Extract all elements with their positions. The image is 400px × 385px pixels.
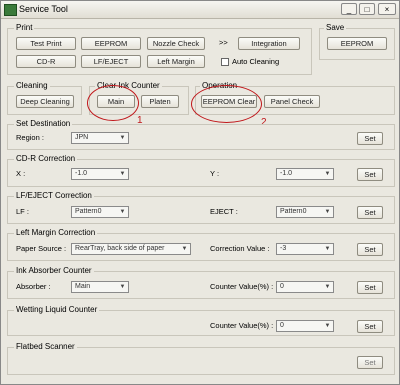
maximize-button[interactable]: □	[359, 3, 375, 15]
chevron-down-icon: ▼	[119, 171, 126, 177]
wetting-counter-value: 0	[280, 322, 284, 329]
flatbed-set-button[interactable]: Set	[357, 356, 383, 369]
panel-check-button[interactable]: Panel Check	[264, 95, 320, 108]
print-group-label: Print	[14, 23, 35, 32]
cdr-print-button[interactable]: CD-R	[16, 55, 76, 68]
cdr-correction-label: CD-R Correction	[14, 154, 78, 163]
save-group-label: Save	[324, 23, 347, 32]
chevron-down-icon: ▼	[119, 209, 126, 215]
x-value: -1.0	[75, 170, 88, 177]
ink-absorber-label: Ink Absorber Counter	[14, 266, 94, 275]
left-margin-print-button[interactable]: Left Margin	[147, 55, 205, 68]
absorber-set-button[interactable]: Set	[357, 281, 383, 294]
chevron-down-icon: ▼	[324, 323, 331, 329]
absorber-label: Absorber :	[16, 282, 51, 291]
arrows-label: >>	[219, 38, 228, 47]
region-set-button[interactable]: Set	[357, 132, 383, 145]
lf-label: LF :	[16, 207, 29, 216]
wetting-liquid-label: Wetting Liquid Counter	[14, 305, 100, 314]
lf-select[interactable]: Pattern0 ▼	[71, 206, 129, 218]
set-destination-label: Set Destination	[14, 119, 73, 128]
flatbed-scanner-label: Flatbed Scanner	[14, 342, 77, 351]
chevron-down-icon: ▼	[119, 135, 126, 141]
left-margin-correction-label: Left Margin Correction	[14, 228, 98, 237]
absorber-value: Main	[75, 283, 91, 290]
annotation-circle-1	[87, 85, 139, 121]
chevron-down-icon: ▼	[324, 209, 331, 215]
service-tool-window: Service Tool _ □ × Print Test Print EEPR…	[0, 0, 400, 385]
absorber-counter-label: Counter Value(%) :	[210, 282, 274, 291]
y-label: Y :	[210, 169, 220, 178]
title-bar: Service Tool _ □ ×	[1, 1, 399, 19]
absorber-counter-value: 0	[280, 283, 284, 290]
auto-cleaning-checkbox[interactable]	[221, 58, 229, 66]
cleaning-group-label: Cleaning	[14, 81, 50, 90]
eeprom-print-button[interactable]: EEPROM	[81, 37, 141, 50]
eject-value: Pattern0	[280, 208, 307, 215]
paper-source-value: RearTray, back side of paper	[75, 245, 165, 252]
cdr-set-button[interactable]: Set	[357, 168, 383, 181]
lf-eject-print-button[interactable]: LF/EJECT	[81, 55, 141, 68]
ink-absorber-group	[7, 271, 395, 299]
y-value: -1.0	[280, 170, 293, 177]
region-select[interactable]: JPN ▼	[71, 132, 129, 144]
test-print-button[interactable]: Test Print	[16, 37, 76, 50]
minimize-button[interactable]: _	[341, 3, 357, 15]
wetting-counter-select[interactable]: 0 ▼	[276, 320, 334, 332]
chevron-down-icon: ▼	[181, 246, 188, 252]
platen-counter-button[interactable]: Platen	[141, 95, 179, 108]
lf-eject-correction-label: LF/EJECT Correction	[14, 191, 94, 200]
nozzle-check-button[interactable]: Nozzle Check	[147, 37, 205, 50]
chevron-down-icon: ▼	[324, 246, 331, 252]
correction-value-select[interactable]: -3 ▼	[276, 243, 334, 255]
region-label: Region :	[16, 133, 44, 142]
x-select[interactable]: -1.0 ▼	[71, 168, 129, 180]
left-margin-set-button[interactable]: Set	[357, 243, 383, 256]
close-button[interactable]: ×	[378, 3, 396, 15]
lf-value: Pattern0	[75, 208, 102, 215]
region-value: JPN	[75, 134, 89, 141]
paper-source-select[interactable]: RearTray, back side of paper ▼	[71, 243, 191, 255]
correction-value-label: Correction Value :	[210, 244, 270, 253]
eject-select[interactable]: Pattern0 ▼	[276, 206, 334, 218]
chevron-down-icon: ▼	[324, 284, 331, 290]
integration-button[interactable]: Integration	[238, 37, 300, 50]
flatbed-scanner-group	[7, 347, 395, 375]
auto-cleaning-label: Auto Cleaning	[232, 57, 280, 66]
x-label: X :	[16, 169, 26, 178]
chevron-down-icon: ▼	[324, 171, 331, 177]
correction-value: -3	[280, 245, 287, 252]
absorber-counter-select[interactable]: 0 ▼	[276, 281, 334, 293]
chevron-down-icon: ▼	[119, 284, 126, 290]
save-eeprom-button[interactable]: EEPROM	[327, 37, 387, 50]
window-title: Service Tool	[19, 4, 68, 14]
app-icon	[4, 4, 17, 16]
deep-cleaning-button[interactable]: Deep Cleaning	[16, 95, 74, 108]
wetting-counter-label: Counter Value(%) :	[210, 321, 274, 330]
y-select[interactable]: -1.0 ▼	[276, 168, 334, 180]
annotation-circle-2	[191, 85, 262, 123]
wetting-set-button[interactable]: Set	[357, 320, 383, 333]
eject-label: EJECT :	[210, 207, 238, 216]
lf-eject-set-button[interactable]: Set	[357, 206, 383, 219]
absorber-select[interactable]: Main ▼	[71, 281, 129, 293]
cdr-correction-group	[7, 159, 395, 187]
lf-eject-correction-group	[7, 196, 395, 224]
paper-source-label: Paper Source :	[16, 244, 67, 253]
